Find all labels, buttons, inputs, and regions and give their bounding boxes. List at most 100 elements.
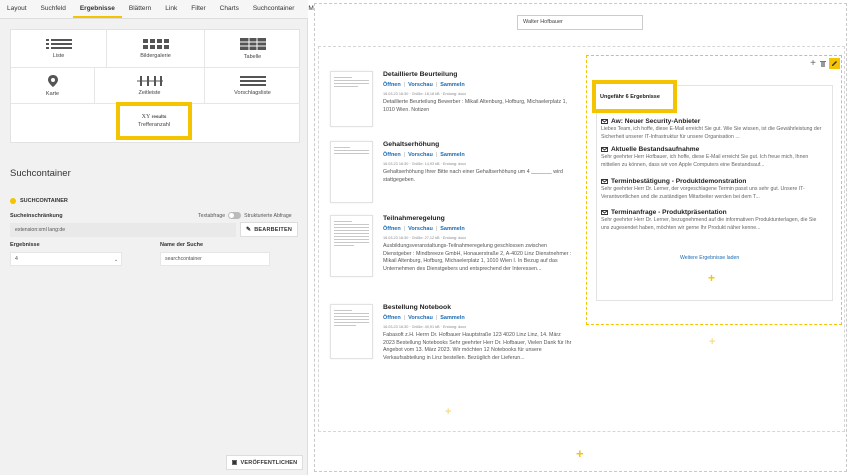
bearbeiten-button-label: BEARBEITEN	[254, 226, 292, 233]
textabfrage-label: Textabfrage	[198, 212, 226, 219]
publish-button-label: VERÖFFENTLICHEN	[240, 459, 298, 466]
list-item[interactable]: Aktuelle Bestandsaufnahme Sehr geehrter …	[601, 146, 826, 169]
list-item[interactable]: Aw: Neuer Security-Anbieter Liebes Team,…	[601, 118, 826, 141]
tab-layout[interactable]: Layout	[0, 0, 34, 18]
collect-link[interactable]: Sammeln	[440, 226, 464, 232]
gallery-icon	[142, 38, 169, 49]
tab-charts[interactable]: Charts	[213, 0, 246, 18]
view-vorschlagsliste[interactable]: Vorschlagsliste	[205, 68, 300, 104]
result-actions: Öffnen | Vorschau | Sammeln	[383, 226, 465, 232]
tab-suchfeld[interactable]: Suchfeld	[34, 0, 73, 18]
preview-link[interactable]: Vorschau	[408, 152, 433, 158]
open-link[interactable]: Öffnen	[383, 226, 401, 232]
list-item-title: Terminanfrage - Produktpräsentation	[611, 209, 727, 216]
query-mode-toggle[interactable]	[228, 212, 242, 219]
map-pin-icon	[47, 74, 58, 87]
search-input[interactable]: Walter Hofbauer	[517, 15, 643, 30]
collect-link[interactable]: Sammeln	[440, 315, 464, 321]
publish-button[interactable]: ▣ VERÖFFENTLICHEN	[226, 455, 303, 470]
result-item: Teilnahmeregelung Öffnen | Vorschau | Sammel…	[330, 215, 571, 281]
view-tabelle[interactable]: Tabelle	[205, 30, 300, 68]
add-widget-plus-icon[interactable]: +	[708, 272, 715, 284]
result-meta: 16.03.23 16:30 · Größe: 14,93 kB · Endun…	[383, 162, 467, 166]
result-item: Gehaltserhöhung Öffnen | Vorschau | Sammeln …	[330, 141, 570, 203]
add-row-plus-icon[interactable]: +	[576, 447, 584, 460]
document-thumbnail[interactable]	[330, 141, 373, 203]
open-link[interactable]: Öffnen	[383, 315, 401, 321]
name-der-suche-input[interactable]: searchcontainer	[160, 252, 270, 266]
open-link[interactable]: Öffnen	[383, 152, 401, 158]
result-snippet: Fabasoft z.H. Herrn Dr. Hofbauer Hauptst…	[383, 332, 572, 361]
result-actions: Öffnen | Vorschau | Sammeln	[383, 152, 465, 158]
list-item-title: Terminbestätigung - Produktdemonstration	[611, 178, 747, 185]
mail-icon	[601, 119, 608, 124]
mail-icon	[601, 210, 608, 215]
tab-filter[interactable]: Filter	[184, 0, 212, 18]
mail-icon	[601, 147, 608, 152]
name-der-suche-label: Name der Suche	[160, 242, 204, 248]
add-widget-plus-icon[interactable]: +	[709, 337, 715, 348]
status-dot	[10, 198, 16, 204]
tab-link[interactable]: Link	[158, 0, 184, 18]
tab-bar: Layout Suchfeld Ergebnisse Blättern Link…	[0, 0, 323, 19]
add-icon[interactable]: +	[808, 58, 818, 69]
collect-link[interactable]: Sammeln	[440, 152, 464, 158]
view-liste-label: Liste	[52, 52, 65, 59]
result-snippet: Detaillierte Beurteilung Bewerber : Mika…	[383, 99, 568, 113]
list-item-title: Aw: Neuer Security-Anbieter	[611, 118, 701, 125]
suggestion-list-icon	[239, 75, 266, 86]
einschraenkung-field[interactable]: extension:xml lang:de	[10, 223, 236, 237]
edit-icon[interactable]	[829, 58, 840, 69]
result-title[interactable]: Gehaltserhöhung	[383, 141, 439, 148]
result-item: Bestellung Notebook Öffnen | Vorschau | Samm…	[330, 304, 572, 376]
trash-icon[interactable]	[818, 59, 828, 69]
add-widget-plus-icon[interactable]: +	[445, 407, 451, 418]
view-vorschlagsliste-label: Vorschlagsliste	[234, 89, 271, 96]
view-bildergalerie-label: Bildergalerie	[140, 52, 171, 59]
view-karte-label: Karte	[45, 90, 60, 97]
suchcontainer-header: SUCHCONTAINER	[10, 198, 68, 204]
ergebnisse-select[interactable]: 4	[10, 252, 122, 266]
list-item-title: Aktuelle Bestandsaufnahme	[611, 146, 700, 153]
document-thumbnail[interactable]	[330, 71, 373, 127]
preview-link[interactable]: Vorschau	[408, 315, 433, 321]
result-meta: 16.03.23 16:30 · Größe: 40,91 kB · Endun…	[383, 325, 467, 329]
view-zeitleiste-label: Zeitleiste	[138, 89, 161, 96]
treffer-icon: XY results	[142, 114, 167, 120]
preview-link[interactable]: Vorschau	[408, 226, 433, 232]
result-item: Detaillierte Beurteilung Öffnen | Vorschau…	[330, 71, 570, 131]
result-meta: 16.03.23 16:30 · Größe: 18,18 kB · Endun…	[383, 92, 467, 96]
result-title[interactable]: Bestellung Notebook	[383, 304, 451, 311]
tab-suchcontainer[interactable]: Suchcontainer	[246, 0, 302, 18]
result-title[interactable]: Teilnahmeregelung	[383, 215, 445, 222]
result-actions: Öffnen | Vorschau | Sammeln	[383, 82, 465, 88]
treffer-icon-word: results	[151, 114, 167, 119]
tab-ergebnisse[interactable]: Ergebnisse	[72, 0, 122, 18]
einschraenkung-label: Sucheinschränkung	[10, 213, 63, 219]
list-item-snippet: Sehr geehrter Herr Dr. Lerner, bezugnehm…	[601, 217, 817, 231]
load-more-link[interactable]: Weitere Ergebnisse laden	[680, 255, 739, 261]
document-thumbnail[interactable]	[330, 304, 373, 359]
view-trefferanzahl-label: Trefferanzahl	[137, 122, 171, 128]
list-item-snippet: Sehr geehrter Herr Hofbauer, ich hoffe, …	[601, 154, 809, 168]
tab-blaettern[interactable]: Blättern	[122, 0, 158, 18]
list-item[interactable]: Terminbestätigung - Produktdemonstration…	[601, 178, 826, 201]
settings-panel: Layout Suchfeld Ergebnisse Blättern Link…	[0, 0, 323, 475]
document-thumbnail[interactable]	[330, 215, 373, 277]
strukturierte-label: Strukturierte Abfrage	[244, 212, 292, 219]
section-title: Suchcontainer	[10, 168, 71, 179]
preview-link[interactable]: Vorschau	[408, 82, 433, 88]
open-link[interactable]: Öffnen	[383, 82, 401, 88]
view-bildergalerie[interactable]: Bildergalerie	[107, 30, 205, 68]
hit-count: Ungefähr 6 Ergebnisse	[592, 80, 677, 113]
view-liste[interactable]: Liste	[11, 30, 107, 68]
view-zeitleiste[interactable]: Zeitleiste	[95, 68, 205, 104]
bearbeiten-button[interactable]: ✎ BEARBEITEN	[240, 222, 298, 237]
list-item[interactable]: Terminanfrage - Produktpräsentation Sehr…	[601, 209, 826, 232]
view-karte[interactable]: Karte	[11, 68, 95, 104]
query-mode-toggle-group: Textabfrage Strukturierte Abfrage	[198, 212, 292, 219]
chevron-down-icon: ⌄	[114, 257, 119, 263]
collect-link[interactable]: Sammeln	[440, 82, 464, 88]
view-trefferanzahl[interactable]: XY results Trefferanzahl	[116, 102, 192, 140]
result-title[interactable]: Detaillierte Beurteilung	[383, 71, 457, 78]
